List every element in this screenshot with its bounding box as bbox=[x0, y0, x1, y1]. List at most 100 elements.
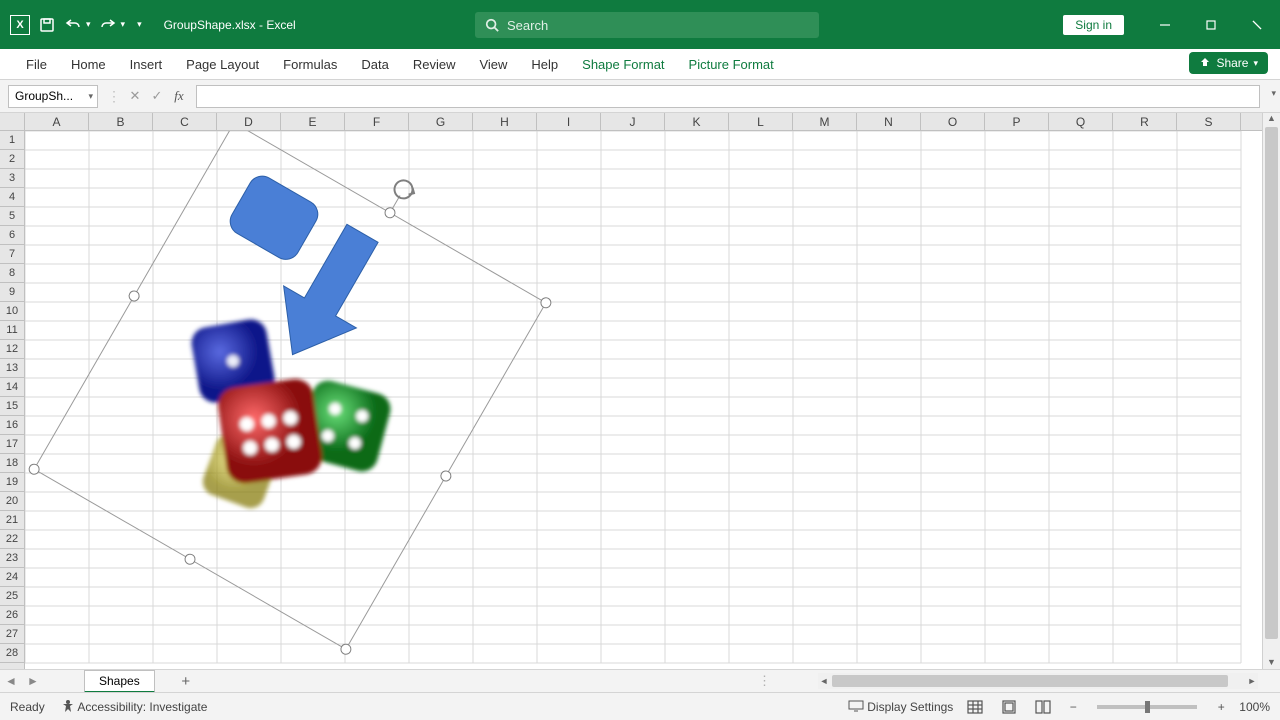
column-header[interactable]: M bbox=[793, 113, 857, 130]
tab-view[interactable]: View bbox=[467, 51, 519, 78]
row-header[interactable]: 11 bbox=[0, 321, 24, 340]
undo-dropdown-icon[interactable]: ▾ bbox=[86, 19, 91, 30]
zoom-level[interactable]: 100% bbox=[1239, 700, 1270, 714]
zoom-slider-handle[interactable] bbox=[1145, 701, 1150, 713]
column-header[interactable]: F bbox=[345, 113, 409, 130]
row-header[interactable]: 13 bbox=[0, 359, 24, 378]
row-header[interactable]: 22 bbox=[0, 530, 24, 549]
column-header[interactable]: H bbox=[473, 113, 537, 130]
save-icon[interactable] bbox=[38, 16, 56, 34]
maximize-button[interactable] bbox=[1188, 0, 1234, 49]
redo-icon[interactable] bbox=[99, 16, 117, 34]
sheet-nav-next-icon[interactable]: ► bbox=[22, 674, 44, 688]
column-header[interactable]: N bbox=[857, 113, 921, 130]
scroll-down-icon[interactable]: ▼ bbox=[1263, 657, 1280, 669]
expand-formula-icon[interactable]: ▾ bbox=[1271, 88, 1276, 99]
column-header[interactable]: L bbox=[729, 113, 793, 130]
close-button[interactable] bbox=[1234, 0, 1280, 49]
row-header[interactable]: 18 bbox=[0, 454, 24, 473]
row-header[interactable]: 28 bbox=[0, 644, 24, 663]
row-header[interactable]: 6 bbox=[0, 226, 24, 245]
tab-page-layout[interactable]: Page Layout bbox=[174, 51, 271, 78]
zoom-out-button[interactable]: − bbox=[1065, 700, 1081, 714]
zoom-slider[interactable] bbox=[1097, 705, 1197, 709]
page-break-view-icon[interactable] bbox=[1031, 697, 1055, 717]
row-header[interactable]: 4 bbox=[0, 188, 24, 207]
app-icon[interactable]: X bbox=[10, 15, 30, 35]
row-header[interactable]: 2 bbox=[0, 150, 24, 169]
row-header[interactable]: 5 bbox=[0, 207, 24, 226]
undo-icon[interactable] bbox=[64, 16, 82, 34]
zoom-in-button[interactable]: + bbox=[1213, 700, 1229, 714]
sheet-tab-active[interactable]: Shapes bbox=[84, 670, 155, 693]
row-header[interactable]: 9 bbox=[0, 283, 24, 302]
sheet-nav-prev-icon[interactable]: ◄ bbox=[0, 674, 22, 688]
formula-input[interactable] bbox=[196, 85, 1260, 108]
tab-help[interactable]: Help bbox=[519, 51, 570, 78]
name-box[interactable]: GroupSh... ▾ bbox=[8, 85, 98, 108]
scrollbar-thumb[interactable] bbox=[1265, 127, 1278, 639]
cells-area[interactable] bbox=[25, 131, 1262, 669]
tab-insert[interactable]: Insert bbox=[118, 51, 175, 78]
add-sheet-button[interactable]: + bbox=[173, 673, 199, 690]
accessibility-status[interactable]: Accessibility: Investigate bbox=[61, 699, 208, 714]
column-header[interactable]: O bbox=[921, 113, 985, 130]
column-header[interactable]: I bbox=[537, 113, 601, 130]
row-header[interactable]: 15 bbox=[0, 397, 24, 416]
scrollbar-thumb[interactable] bbox=[832, 675, 1228, 687]
row-header[interactable]: 1 bbox=[0, 131, 24, 150]
redo-dropdown-icon[interactable]: ▾ bbox=[121, 19, 126, 30]
tab-home[interactable]: Home bbox=[59, 51, 118, 78]
column-header[interactable]: J bbox=[601, 113, 665, 130]
row-header[interactable]: 26 bbox=[0, 606, 24, 625]
signin-button[interactable]: Sign in bbox=[1063, 15, 1124, 35]
share-button[interactable]: Share ▾ bbox=[1189, 52, 1268, 74]
cancel-formula-icon[interactable]: ✕ bbox=[124, 85, 146, 108]
row-header[interactable]: 12 bbox=[0, 340, 24, 359]
row-header[interactable]: 10 bbox=[0, 302, 24, 321]
row-header[interactable]: 25 bbox=[0, 587, 24, 606]
tab-picture-format[interactable]: Picture Format bbox=[677, 51, 786, 78]
row-header[interactable]: 23 bbox=[0, 549, 24, 568]
tab-formulas[interactable]: Formulas bbox=[271, 51, 349, 78]
column-header[interactable]: G bbox=[409, 113, 473, 130]
search-box[interactable]: Search bbox=[475, 12, 819, 38]
row-header[interactable]: 14 bbox=[0, 378, 24, 397]
column-header[interactable]: P bbox=[985, 113, 1049, 130]
fx-icon[interactable]: fx bbox=[168, 85, 190, 108]
column-header[interactable]: D bbox=[217, 113, 281, 130]
chevron-down-icon[interactable]: ▾ bbox=[88, 91, 93, 102]
qat-customize-icon[interactable]: ▾ bbox=[137, 19, 142, 30]
row-header[interactable]: 8 bbox=[0, 264, 24, 283]
display-settings-button[interactable]: Display Settings bbox=[848, 700, 953, 714]
tab-data[interactable]: Data bbox=[349, 51, 400, 78]
row-header[interactable]: 21 bbox=[0, 511, 24, 530]
column-header[interactable]: A bbox=[25, 113, 89, 130]
enter-formula-icon[interactable]: ✓ bbox=[146, 85, 168, 108]
tab-file[interactable]: File bbox=[14, 51, 59, 78]
scroll-up-icon[interactable]: ▲ bbox=[1263, 113, 1280, 125]
vertical-scrollbar[interactable]: ▲ ▼ bbox=[1262, 113, 1280, 669]
normal-view-icon[interactable] bbox=[963, 697, 987, 717]
column-header[interactable]: S bbox=[1177, 113, 1241, 130]
minimize-button[interactable] bbox=[1142, 0, 1188, 49]
row-header[interactable]: 27 bbox=[0, 625, 24, 644]
tab-review[interactable]: Review bbox=[401, 51, 468, 78]
column-header[interactable]: K bbox=[665, 113, 729, 130]
column-header[interactable]: R bbox=[1113, 113, 1177, 130]
column-header[interactable]: E bbox=[281, 113, 345, 130]
select-all-corner[interactable] bbox=[0, 113, 25, 131]
row-header[interactable]: 17 bbox=[0, 435, 24, 454]
page-layout-view-icon[interactable] bbox=[997, 697, 1021, 717]
horizontal-scrollbar[interactable]: ◄ ► bbox=[818, 673, 1258, 689]
row-header[interactable]: 19 bbox=[0, 473, 24, 492]
row-header[interactable]: 3 bbox=[0, 169, 24, 188]
column-header[interactable]: Q bbox=[1049, 113, 1113, 130]
row-header[interactable]: 7 bbox=[0, 245, 24, 264]
row-header[interactable]: 16 bbox=[0, 416, 24, 435]
column-header[interactable]: C bbox=[153, 113, 217, 130]
scroll-right-icon[interactable]: ► bbox=[1246, 673, 1258, 689]
column-header[interactable]: B bbox=[89, 113, 153, 130]
row-header[interactable]: 24 bbox=[0, 568, 24, 587]
scroll-left-icon[interactable]: ◄ bbox=[818, 673, 830, 689]
